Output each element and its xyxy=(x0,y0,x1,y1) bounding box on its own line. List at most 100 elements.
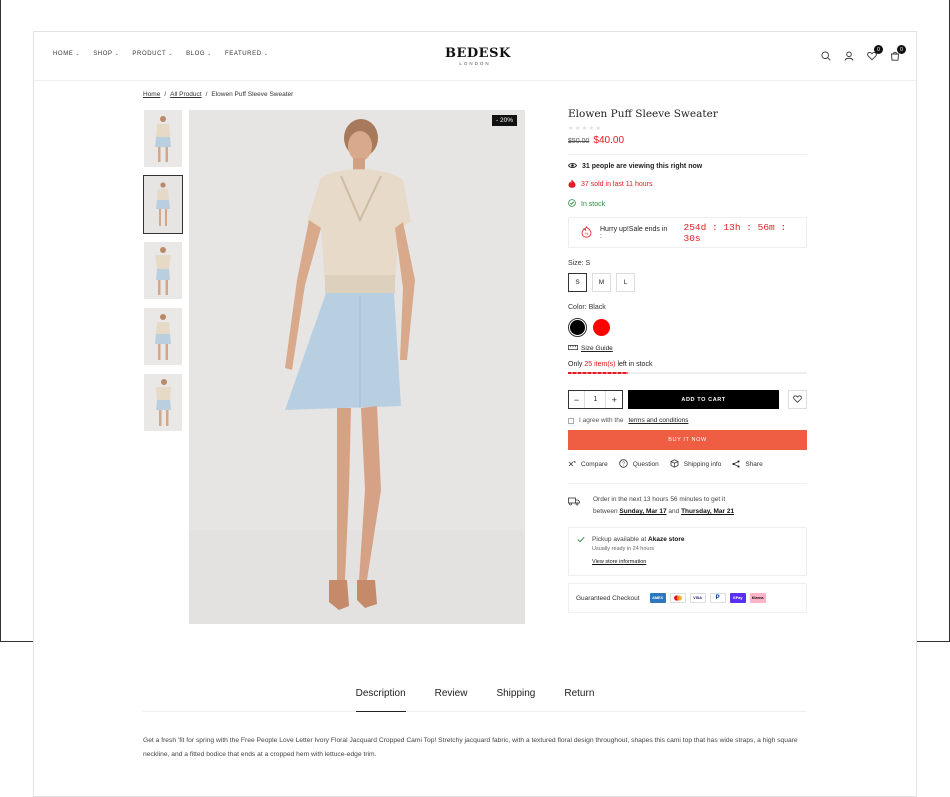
product-tabs: Description Review Shipping Return xyxy=(143,688,807,712)
wishlist-icon[interactable]: 0 xyxy=(866,45,883,62)
tab-shipping[interactable]: Shipping xyxy=(496,688,535,712)
tab-return[interactable]: Return xyxy=(564,688,594,712)
delivery-date-start: Sunday, Mar 17 xyxy=(619,508,667,515)
share-label: Share xyxy=(745,461,763,468)
breadcrumb-home[interactable]: Home xyxy=(143,91,160,98)
product-thumbnail[interactable] xyxy=(144,308,182,365)
size-label: Size: S xyxy=(568,260,591,267)
nav-blog[interactable]: BLOG ⌄ xyxy=(186,51,212,57)
stock-remaining: Only 25 item(s) left in stock xyxy=(568,361,807,368)
question-button[interactable]: ? Question xyxy=(619,459,659,470)
size-option-m[interactable]: M xyxy=(592,273,611,292)
quantity-input[interactable]: 1 xyxy=(584,391,607,408)
size-option-s[interactable]: S xyxy=(568,273,587,292)
nav-shop[interactable]: SHOP ⌄ xyxy=(93,51,119,57)
product-description: Get a fresh 'fit for spring with the Fre… xyxy=(143,737,798,758)
check-icon xyxy=(577,536,585,567)
klarna-icon: Klarna xyxy=(749,593,766,603)
visa-label: VISA xyxy=(693,596,703,600)
cart-count-badge: 0 xyxy=(897,45,906,54)
size-guide-link[interactable]: Size Guide xyxy=(568,345,807,352)
product-thumbnail[interactable] xyxy=(144,242,182,299)
logo-subtext: LONDON xyxy=(459,61,491,66)
chevron-down-icon: ⌄ xyxy=(75,51,81,57)
quantity-stepper: − 1 + xyxy=(568,390,623,409)
breadcrumb-category[interactable]: All Product xyxy=(170,91,201,98)
check-circle-icon xyxy=(568,199,576,209)
product-thumbnail[interactable] xyxy=(144,374,182,431)
user-icon[interactable] xyxy=(843,50,855,62)
quantity-decrease-button[interactable]: − xyxy=(569,391,584,408)
product-actions: Compare ? Question Shipping info Share xyxy=(568,459,807,470)
terms-link[interactable]: terms and conditions xyxy=(628,417,688,424)
nav-featured[interactable]: FEATURED ⌄ xyxy=(225,51,269,57)
product-thumbnail[interactable] xyxy=(144,110,182,167)
header-icons: 0 0 xyxy=(820,45,906,62)
share-button[interactable]: Share xyxy=(732,459,763,470)
breadcrumb-separator: / xyxy=(164,91,167,98)
nav-label: BLOG xyxy=(186,51,206,57)
guaranteed-checkout: Guaranteed Checkout AMEX VISA P GPay Kla… xyxy=(568,583,807,613)
klarna-label: Klarna xyxy=(751,596,764,600)
truck-icon xyxy=(568,497,580,518)
size-option-l[interactable]: L xyxy=(616,273,635,292)
countdown-timer: 254d : 13h : 56m : 30s xyxy=(683,221,787,244)
swatch-fill xyxy=(593,319,610,336)
viewing-count: 31 people are viewing this right now xyxy=(568,162,807,171)
breadcrumb: Home / All Product / Elowen Puff Sleeve … xyxy=(143,91,293,98)
original-price: $50.00 xyxy=(568,138,590,145)
pickup-ready-time: Usually ready in 24 hours xyxy=(592,546,655,552)
amex-icon: AMEX xyxy=(649,593,666,603)
delivery-line2: between Sunday, Mar 17 and Thursday, Mar… xyxy=(593,506,734,518)
stock-progress-fill xyxy=(568,372,628,374)
stock-status: In stock xyxy=(568,199,807,209)
paypal-label: P xyxy=(715,595,720,601)
color-swatch-black[interactable] xyxy=(568,318,587,337)
fire-icon xyxy=(568,179,576,190)
nav-product[interactable]: PRODUCT ⌄ xyxy=(132,51,173,57)
nav-label: PRODUCT xyxy=(132,51,167,57)
chevron-down-icon: ⌄ xyxy=(207,51,212,57)
price-block: $50.00 $40.00 xyxy=(568,135,807,146)
product-title: Elowen Puff Sleeve Sweater xyxy=(568,108,718,120)
quantity-increase-button[interactable]: + xyxy=(607,391,622,408)
visa-icon: VISA xyxy=(689,593,706,603)
product-page: HOME ⌄ SHOP ⌄ PRODUCT ⌄ BLOG ⌄ FEATURED ⌄ BED… xyxy=(33,31,918,797)
shipping-info-button[interactable]: Shipping info xyxy=(670,459,721,470)
add-to-cart-button[interactable]: ADD TO CART xyxy=(627,390,780,409)
discount-tag-icon: % xyxy=(581,225,592,240)
site-logo[interactable]: BEDESK LONDON xyxy=(445,46,511,66)
tab-review[interactable]: Review xyxy=(435,688,468,712)
compare-label: Compare xyxy=(581,461,608,468)
logo-text: BEDESK xyxy=(445,46,511,61)
add-to-wishlist-button[interactable] xyxy=(788,390,808,409)
divider xyxy=(568,154,807,155)
terms-checkbox[interactable] xyxy=(568,417,574,424)
tab-description[interactable]: Description xyxy=(355,688,406,712)
stock-count: 25 item(s) xyxy=(584,361,616,368)
compare-button[interactable]: Compare xyxy=(568,459,608,470)
eye-icon xyxy=(568,162,577,171)
nav-home[interactable]: HOME ⌄ xyxy=(53,51,80,57)
buy-now-button[interactable]: BUY IT NOW xyxy=(568,430,807,450)
color-swatch-red[interactable] xyxy=(592,318,611,337)
sold-text: 37 sold in last 11 hours xyxy=(581,181,653,188)
product-thumbnail-active[interactable] xyxy=(143,175,183,234)
question-label: Question xyxy=(632,461,659,468)
heart-icon xyxy=(793,394,802,405)
view-store-link[interactable]: View store information xyxy=(592,559,685,565)
wishlist-count-badge: 0 xyxy=(874,45,883,54)
delivery-and: and xyxy=(668,508,680,515)
cart-icon[interactable]: 0 xyxy=(889,45,906,62)
rating-stars[interactable]: ★★★★★ xyxy=(568,125,807,132)
breadcrumb-current: Elowen Puff Sleeve Sweater xyxy=(211,91,294,98)
search-icon[interactable] xyxy=(820,50,832,62)
pickup-availability: Pickup available at Akaze store Usually … xyxy=(568,527,807,576)
nav-label: SHOP xyxy=(93,51,113,57)
guaranteed-label: Guaranteed Checkout xyxy=(576,594,640,602)
add-to-cart-row: − 1 + ADD TO CART xyxy=(568,390,808,409)
thumbnail-list xyxy=(143,110,183,440)
nav-label: FEATURED xyxy=(224,51,262,57)
stock-prefix: Only xyxy=(568,361,583,368)
main-product-image[interactable]: - 20% xyxy=(189,110,525,624)
